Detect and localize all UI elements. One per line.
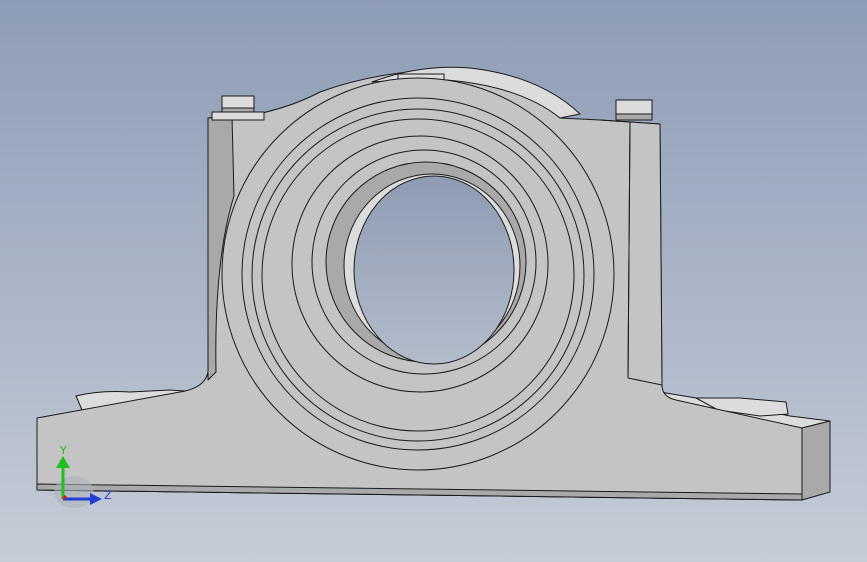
base-end-face bbox=[801, 420, 831, 501]
triad-z-label: Z bbox=[104, 489, 112, 502]
cad-viewport[interactable]: Y Z bbox=[0, 0, 867, 562]
triad-origin-shadow bbox=[54, 476, 94, 508]
shaft-bore bbox=[353, 175, 515, 365]
triad-x-axis bbox=[61, 494, 68, 501]
triad-y-label: Y bbox=[59, 444, 67, 457]
right-cap-bolt bbox=[615, 99, 653, 121]
model-view[interactable]: Y Z bbox=[0, 0, 867, 562]
